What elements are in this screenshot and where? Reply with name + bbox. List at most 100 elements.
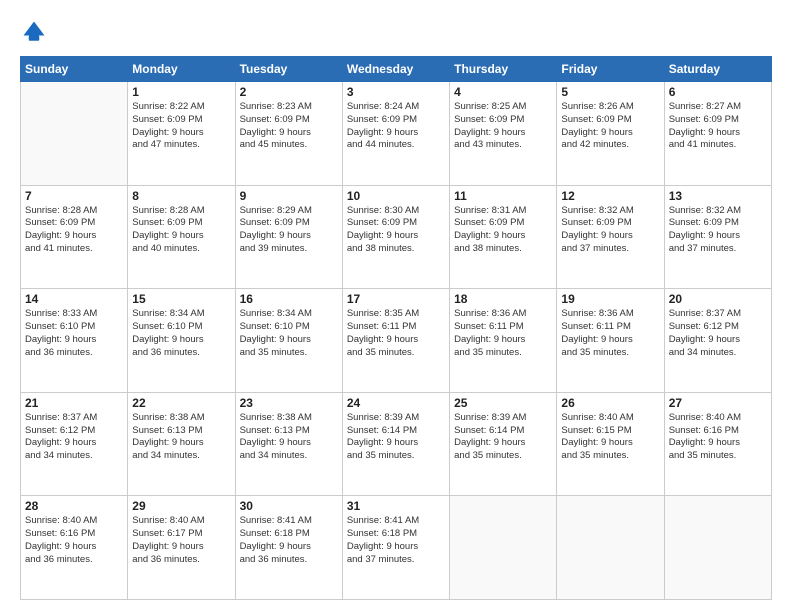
day-info: Sunrise: 8:28 AM Sunset: 6:09 PM Dayligh… <box>132 205 230 256</box>
day-number: 10 <box>347 189 445 203</box>
calendar-cell: 28 Sunrise: 8:40 AM Sunset: 6:16 PM Dayli… <box>21 496 128 600</box>
calendar-cell: 21 Sunrise: 8:37 AM Sunset: 6:12 PM Dayli… <box>21 392 128 496</box>
calendar-cell: 25 Sunrise: 8:39 AM Sunset: 6:14 PM Dayli… <box>450 392 557 496</box>
calendar-cell: 16Sunrise: 8:34 AM Sunset: 6:10 PM Dayli… <box>235 289 342 393</box>
weekday-header-saturday: Saturday <box>664 57 771 82</box>
calendar-cell: 19 Sunrise: 8:36 AM Sunset: 6:11 PM Dayli… <box>557 289 664 393</box>
day-info: Sunrise: 8:30 AM Sunset: 6:09 PM Dayligh… <box>347 205 445 256</box>
calendar-cell: 30 Sunrise: 8:41 AM Sunset: 6:18 PM Dayli… <box>235 496 342 600</box>
day-number: 17 <box>347 292 445 306</box>
day-number: 9 <box>240 189 338 203</box>
day-info: Sunrise: 8:25 AM Sunset: 6:09 PM Dayligh… <box>454 101 552 152</box>
day-info: Sunrise: 8:22 AM Sunset: 6:09 PM Dayligh… <box>132 101 230 152</box>
calendar-cell: 3 Sunrise: 8:24 AM Sunset: 6:09 PM Daylig… <box>342 82 449 186</box>
day-number: 15 <box>132 292 230 306</box>
calendar-cell <box>21 82 128 186</box>
day-number: 1 <box>132 85 230 99</box>
calendar-week-1: 1 Sunrise: 8:22 AM Sunset: 6:09 PM Daylig… <box>21 82 772 186</box>
day-info: Sunrise: 8:38 AM Sunset: 6:13 PM Dayligh… <box>132 412 230 463</box>
day-info: Sunrise: 8:39 AM Sunset: 6:14 PM Dayligh… <box>454 412 552 463</box>
calendar-cell: 27 Sunrise: 8:40 AM Sunset: 6:16 PM Dayli… <box>664 392 771 496</box>
day-info: Sunrise: 8:33 AM Sunset: 6:10 PM Dayligh… <box>25 308 123 359</box>
calendar-cell: 23Sunrise: 8:38 AM Sunset: 6:13 PM Dayli… <box>235 392 342 496</box>
day-number: 11 <box>454 189 552 203</box>
day-number: 2 <box>240 85 338 99</box>
day-number: 4 <box>454 85 552 99</box>
day-info: Sunrise: 8:41 AM Sunset: 6:18 PM Dayligh… <box>347 515 445 566</box>
calendar-cell: 5Sunrise: 8:26 AM Sunset: 6:09 PM Daylig… <box>557 82 664 186</box>
day-info: Sunrise: 8:41 AM Sunset: 6:18 PM Dayligh… <box>240 515 338 566</box>
day-info: Sunrise: 8:37 AM Sunset: 6:12 PM Dayligh… <box>25 412 123 463</box>
day-number: 26 <box>561 396 659 410</box>
calendar-cell: 7Sunrise: 8:28 AM Sunset: 6:09 PM Daylig… <box>21 185 128 289</box>
calendar-cell: 15 Sunrise: 8:34 AM Sunset: 6:10 PM Dayli… <box>128 289 235 393</box>
weekday-header-tuesday: Tuesday <box>235 57 342 82</box>
day-info: Sunrise: 8:39 AM Sunset: 6:14 PM Dayligh… <box>347 412 445 463</box>
day-info: Sunrise: 8:34 AM Sunset: 6:10 PM Dayligh… <box>132 308 230 359</box>
day-number: 18 <box>454 292 552 306</box>
day-number: 14 <box>25 292 123 306</box>
day-number: 21 <box>25 396 123 410</box>
day-info: Sunrise: 8:29 AM Sunset: 6:09 PM Dayligh… <box>240 205 338 256</box>
calendar-cell: 1 Sunrise: 8:22 AM Sunset: 6:09 PM Daylig… <box>128 82 235 186</box>
day-info: Sunrise: 8:24 AM Sunset: 6:09 PM Dayligh… <box>347 101 445 152</box>
calendar-cell: 10 Sunrise: 8:30 AM Sunset: 6:09 PM Dayli… <box>342 185 449 289</box>
day-info: Sunrise: 8:34 AM Sunset: 6:10 PM Dayligh… <box>240 308 338 359</box>
day-number: 12 <box>561 189 659 203</box>
calendar-week-4: 21 Sunrise: 8:37 AM Sunset: 6:12 PM Dayli… <box>21 392 772 496</box>
day-number: 6 <box>669 85 767 99</box>
day-info: Sunrise: 8:37 AM Sunset: 6:12 PM Dayligh… <box>669 308 767 359</box>
calendar-cell <box>557 496 664 600</box>
day-info: Sunrise: 8:36 AM Sunset: 6:11 PM Dayligh… <box>454 308 552 359</box>
day-number: 28 <box>25 499 123 513</box>
calendar-cell <box>664 496 771 600</box>
day-info: Sunrise: 8:35 AM Sunset: 6:11 PM Dayligh… <box>347 308 445 359</box>
calendar-table: SundayMondayTuesdayWednesdayThursdayFrid… <box>20 56 772 600</box>
day-info: Sunrise: 8:31 AM Sunset: 6:09 PM Dayligh… <box>454 205 552 256</box>
day-number: 19 <box>561 292 659 306</box>
day-info: Sunrise: 8:27 AM Sunset: 6:09 PM Dayligh… <box>669 101 767 152</box>
day-number: 5 <box>561 85 659 99</box>
calendar-cell: 4 Sunrise: 8:25 AM Sunset: 6:09 PM Daylig… <box>450 82 557 186</box>
logo <box>20 18 52 46</box>
day-number: 29 <box>132 499 230 513</box>
weekday-header-thursday: Thursday <box>450 57 557 82</box>
day-number: 27 <box>669 396 767 410</box>
day-info: Sunrise: 8:32 AM Sunset: 6:09 PM Dayligh… <box>669 205 767 256</box>
calendar-cell <box>450 496 557 600</box>
calendar-cell: 9 Sunrise: 8:29 AM Sunset: 6:09 PM Daylig… <box>235 185 342 289</box>
calendar-cell: 31 Sunrise: 8:41 AM Sunset: 6:18 PM Dayli… <box>342 496 449 600</box>
day-info: Sunrise: 8:32 AM Sunset: 6:09 PM Dayligh… <box>561 205 659 256</box>
day-number: 23 <box>240 396 338 410</box>
weekday-row: SundayMondayTuesdayWednesdayThursdayFrid… <box>21 57 772 82</box>
day-info: Sunrise: 8:40 AM Sunset: 6:16 PM Dayligh… <box>25 515 123 566</box>
calendar-header: SundayMondayTuesdayWednesdayThursdayFrid… <box>21 57 772 82</box>
day-number: 25 <box>454 396 552 410</box>
day-info: Sunrise: 8:40 AM Sunset: 6:15 PM Dayligh… <box>561 412 659 463</box>
header <box>20 18 772 46</box>
day-info: Sunrise: 8:23 AM Sunset: 6:09 PM Dayligh… <box>240 101 338 152</box>
day-number: 13 <box>669 189 767 203</box>
calendar-cell: 24 Sunrise: 8:39 AM Sunset: 6:14 PM Dayli… <box>342 392 449 496</box>
calendar-cell: 8 Sunrise: 8:28 AM Sunset: 6:09 PM Daylig… <box>128 185 235 289</box>
day-info: Sunrise: 8:40 AM Sunset: 6:16 PM Dayligh… <box>669 412 767 463</box>
day-number: 3 <box>347 85 445 99</box>
day-number: 24 <box>347 396 445 410</box>
weekday-header-friday: Friday <box>557 57 664 82</box>
calendar-cell: 20 Sunrise: 8:37 AM Sunset: 6:12 PM Dayli… <box>664 289 771 393</box>
calendar-cell: 14 Sunrise: 8:33 AM Sunset: 6:10 PM Dayli… <box>21 289 128 393</box>
day-number: 8 <box>132 189 230 203</box>
weekday-header-monday: Monday <box>128 57 235 82</box>
weekday-header-sunday: Sunday <box>21 57 128 82</box>
calendar-week-2: 7 Sunrise: 8:28 AM Sunset: 6:09 PM Daylig… <box>21 185 772 289</box>
calendar-cell: 17 Sunrise: 8:35 AM Sunset: 6:11 PM Dayli… <box>342 289 449 393</box>
day-info: Sunrise: 8:40 AM Sunset: 6:17 PM Dayligh… <box>132 515 230 566</box>
calendar-week-3: 14 Sunrise: 8:33 AM Sunset: 6:10 PM Dayli… <box>21 289 772 393</box>
day-number: 20 <box>669 292 767 306</box>
day-info: Sunrise: 8:36 AM Sunset: 6:11 PM Dayligh… <box>561 308 659 359</box>
day-number: 31 <box>347 499 445 513</box>
day-number: 22 <box>132 396 230 410</box>
day-number: 30 <box>240 499 338 513</box>
calendar-cell: 26 Sunrise: 8:40 AM Sunset: 6:15 PM Dayli… <box>557 392 664 496</box>
day-number: 7 <box>25 189 123 203</box>
